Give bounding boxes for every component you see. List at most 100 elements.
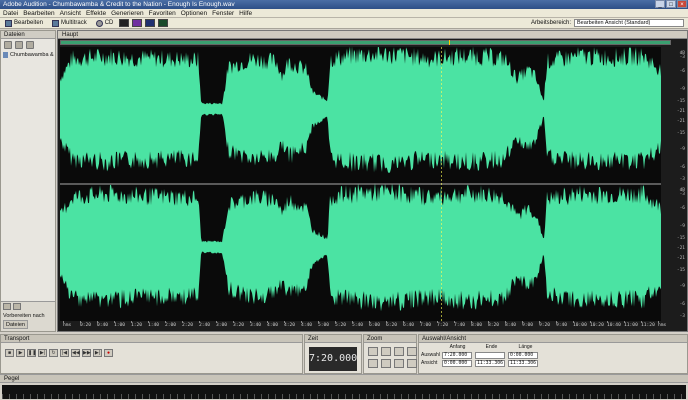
loop-button[interactable]: ↻ bbox=[49, 349, 58, 357]
time-ruler[interactable]: hms 0:20 0:40 1:00 1:20 1:40 2:00 2:20 2:40 3:00 3… bbox=[60, 321, 671, 331]
time-tick-label: 10:40 bbox=[607, 321, 621, 328]
multitrack-icon bbox=[52, 19, 60, 27]
play-button[interactable]: ▶ bbox=[16, 349, 25, 357]
db-tick-label: -6 bbox=[679, 69, 685, 74]
spectral-view-icon[interactable] bbox=[132, 19, 143, 27]
db-tick-label: -3 bbox=[679, 55, 685, 60]
selection-length-field[interactable]: 0:00.000 bbox=[508, 351, 538, 359]
window-title: Adobe Audition - Chumbawamba & Credit to… bbox=[3, 1, 235, 8]
phase-view-icon[interactable] bbox=[158, 19, 169, 27]
selection-tab[interactable]: Auswahl/Ansicht bbox=[419, 335, 687, 343]
waveform-svg bbox=[60, 47, 661, 321]
db-tick-label: -9 bbox=[679, 284, 685, 289]
zoom-in-horizontal-icon[interactable] bbox=[368, 347, 378, 356]
forward-button[interactable]: ▶▶ bbox=[82, 349, 91, 357]
workspace-label: Arbeitsbereich: bbox=[530, 20, 571, 26]
db-tick-label: -9 bbox=[679, 224, 685, 229]
menu-generate[interactable]: Generieren bbox=[111, 9, 144, 17]
files-panel: Dateien Chumbawamba & Vorbereiten nach D… bbox=[0, 30, 56, 332]
file-list-item[interactable]: Chumbawamba & bbox=[1, 51, 55, 59]
transport-tab[interactable]: Transport bbox=[1, 335, 302, 343]
workspace-selector: Arbeitsbereich: Bearbeiten Ansicht (Stan… bbox=[531, 19, 684, 27]
loop-preview-icon[interactable] bbox=[13, 303, 21, 310]
cd-label: CD bbox=[104, 20, 114, 26]
menu-window[interactable]: Fenster bbox=[212, 9, 234, 17]
level-meter bbox=[2, 385, 686, 399]
db-tick-label: -15 bbox=[676, 99, 685, 104]
workspace-dropdown[interactable]: Bearbeiten Ansicht (Standard) bbox=[574, 19, 684, 27]
files-bottom-tab[interactable]: Dateien bbox=[3, 320, 28, 329]
menu-help[interactable]: Hilfe bbox=[239, 9, 252, 17]
time-tab[interactable]: Zeit bbox=[305, 335, 361, 343]
multitrack-button[interactable]: Multitrack bbox=[49, 19, 90, 28]
menu-edit[interactable]: Bearbeiten bbox=[23, 9, 54, 17]
close-file-icon[interactable] bbox=[15, 41, 23, 49]
zoom-left-edge-icon[interactable] bbox=[368, 359, 378, 368]
time-tick-label: 1:00 bbox=[114, 321, 126, 328]
menu-effects[interactable]: Effekte bbox=[86, 9, 106, 17]
view-end-field[interactable]: 11:33.306 bbox=[475, 359, 505, 367]
levels-tab[interactable]: Pegel bbox=[0, 375, 688, 383]
zoom-out-vertical-icon[interactable] bbox=[407, 359, 417, 368]
view-length-field[interactable]: 11:33.306 bbox=[508, 359, 538, 367]
level-scale bbox=[2, 394, 686, 399]
menu-options[interactable]: Optionen bbox=[181, 9, 207, 17]
zoom-selection-icon[interactable] bbox=[407, 347, 417, 356]
edit-view-icon bbox=[5, 19, 12, 27]
time-tick-label: 7:00 bbox=[420, 321, 432, 328]
main-tab[interactable]: Haupt bbox=[58, 31, 687, 39]
go-end-button[interactable]: ▶| bbox=[93, 349, 102, 357]
time-display: 7:20.000 bbox=[309, 347, 357, 371]
record-button[interactable]: ● bbox=[104, 349, 113, 357]
stop-button[interactable]: ■ bbox=[5, 349, 14, 357]
spectral-pan-icon[interactable] bbox=[145, 19, 156, 27]
menu-file[interactable]: Datei bbox=[3, 9, 18, 17]
main-panel: Haupt dB -3 -6 -9 -15 -21 -21 -15 -9 -6 -3 dB -3 -6 -9… bbox=[57, 30, 688, 332]
cd-button[interactable]: CD bbox=[93, 19, 117, 28]
maximize-button[interactable]: □ bbox=[666, 0, 676, 8]
db-tick-label: -15 bbox=[676, 236, 685, 241]
time-tick-label: 11:20 bbox=[641, 321, 655, 328]
go-start-button[interactable]: |◀ bbox=[60, 349, 69, 357]
zoom-in-vertical-icon[interactable] bbox=[394, 359, 404, 368]
files-tab[interactable]: Dateien bbox=[1, 31, 55, 39]
db-tick-label: -3 bbox=[679, 192, 685, 197]
time-tick-label: 8:20 bbox=[488, 321, 500, 328]
menu-bar: Datei Bearbeiten Ansicht Effekte Generie… bbox=[0, 9, 688, 18]
menu-view[interactable]: Ansicht bbox=[60, 9, 81, 17]
db-scale: dB -3 -6 -9 -15 -21 -21 -15 -9 -6 -3 dB -3 -6 -9 -15 -21… bbox=[661, 47, 687, 321]
edit-view-label: Bearbeiten bbox=[14, 20, 44, 26]
view-row-label: Ansicht bbox=[421, 360, 438, 366]
file-name: Chumbawamba & bbox=[10, 52, 54, 58]
selection-end-field[interactable] bbox=[475, 351, 505, 359]
minimize-button[interactable]: _ bbox=[655, 0, 665, 8]
waveform-display[interactable] bbox=[60, 47, 661, 321]
overview-bar[interactable] bbox=[60, 40, 671, 45]
menu-favorites[interactable]: Favoriten bbox=[149, 9, 176, 17]
end-header: Ende bbox=[485, 344, 498, 350]
play-to-end-button[interactable]: ▶| bbox=[38, 349, 47, 357]
view-start-field[interactable]: 0:00.000 bbox=[442, 359, 472, 367]
edit-view-button[interactable]: Bearbeiten bbox=[2, 19, 46, 28]
db-tick-label: -15 bbox=[676, 131, 685, 136]
time-tick-label: 3:00 bbox=[216, 321, 228, 328]
zoom-out-horizontal-icon[interactable] bbox=[381, 347, 391, 356]
selection-start-field[interactable]: 7:20.000 bbox=[442, 351, 472, 359]
time-tick-label: 9:40 bbox=[556, 321, 568, 328]
db-tick-label: -6 bbox=[679, 206, 685, 211]
toolbar: Bearbeiten Multitrack CD Arbeitsbereich:… bbox=[0, 18, 688, 29]
waveform-right-channel bbox=[60, 182, 661, 312]
rewind-button[interactable]: ◀◀ bbox=[71, 349, 80, 357]
zoom-tab[interactable]: Zoom bbox=[364, 335, 416, 343]
zoom-full-icon[interactable] bbox=[394, 347, 404, 356]
insert-file-icon[interactable] bbox=[26, 41, 34, 49]
close-button[interactable]: × bbox=[677, 0, 687, 8]
db-tick-label: -21 bbox=[676, 109, 685, 114]
window-controls: _ □ × bbox=[655, 0, 687, 8]
import-file-icon[interactable] bbox=[4, 41, 12, 49]
files-bottom-tabs: Dateien bbox=[1, 320, 55, 329]
waveform-view-icon[interactable] bbox=[119, 19, 130, 27]
pause-button[interactable]: ❚❚ bbox=[27, 349, 36, 357]
zoom-right-edge-icon[interactable] bbox=[381, 359, 391, 368]
play-preview-icon[interactable] bbox=[3, 303, 11, 310]
